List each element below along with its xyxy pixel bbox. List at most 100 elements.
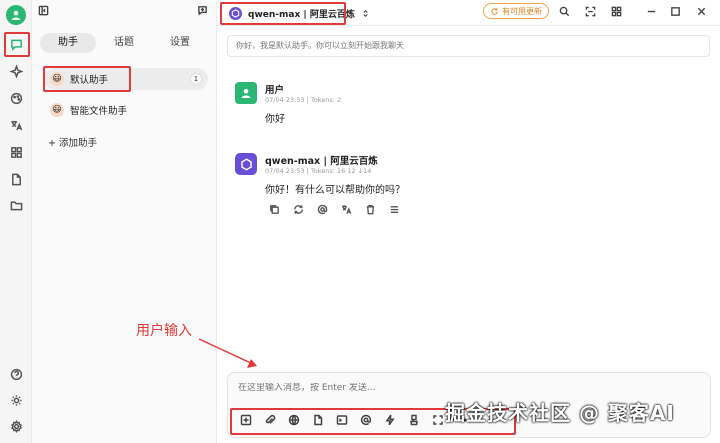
new-chat-icon <box>240 414 252 426</box>
expand-icon <box>585 6 595 16</box>
new-topic-button[interactable] <box>195 3 209 17</box>
user-avatar <box>235 82 257 104</box>
maximize-window-button[interactable] <box>668 4 682 18</box>
close-window-button[interactable] <box>694 4 708 18</box>
tab-assistants[interactable]: 助手 <box>40 33 96 53</box>
sidebar-tabs: 助手 话题 设置 <box>40 33 208 53</box>
grid-icon <box>10 146 22 158</box>
update-available-button[interactable]: 有可用更新 <box>483 3 549 19</box>
settings-button[interactable] <box>7 417 25 435</box>
assistant-name: 默认助手 <box>70 75 109 86</box>
copy-icon <box>270 204 279 214</box>
paint-nav-button[interactable] <box>7 89 25 107</box>
sparkle-icon <box>9 64 23 78</box>
gear-icon <box>10 419 22 433</box>
at-sign-icon <box>360 414 372 426</box>
assistant-emoji: 😃 <box>50 103 64 117</box>
lightning-icon <box>385 414 395 426</box>
assistant-emoji: 😃 <box>50 72 64 86</box>
quick-phrase-tool[interactable] <box>378 411 402 429</box>
terminal-icon <box>336 415 348 425</box>
model-selector[interactable]: qwen-max | 阿里云百炼 <box>223 3 376 23</box>
model-name: qwen-max | 阿里云百炼 <box>248 9 355 20</box>
refresh-icon <box>294 204 303 214</box>
brush-icon <box>410 414 418 426</box>
refresh-icon <box>491 7 498 15</box>
document-icon <box>11 173 21 185</box>
agents-nav-button[interactable] <box>7 62 25 80</box>
maximize-icon <box>670 6 680 16</box>
regenerate-button[interactable] <box>293 202 317 216</box>
tab-topics[interactable]: 话题 <box>96 33 152 53</box>
annotation-arrow-icon <box>198 338 257 368</box>
search-button[interactable] <box>557 4 571 18</box>
message-assistant: qwen-max | 阿里云百炼 07/04 23:53 | Tokens: 1… <box>235 153 705 223</box>
annotation-label: 用户输入 <box>136 323 192 339</box>
translate-nav-button[interactable] <box>7 116 25 134</box>
knowledge-base-tool[interactable] <box>306 411 330 429</box>
user-avatar[interactable] <box>6 5 26 25</box>
message-meta: 07/04 23:53 | Tokens: 16 12 ↓14 <box>265 167 372 175</box>
mention-button[interactable] <box>317 202 341 216</box>
help-circle-icon <box>10 368 22 380</box>
translate-icon <box>341 204 352 214</box>
assistant-panel: 助手 话题 设置 😃 默认助手 1 😃 智能文件助手 + 添加助手 <box>32 0 217 443</box>
assistant-item-default[interactable]: 😃 默认助手 1 <box>44 68 208 90</box>
apps-nav-button[interactable] <box>7 143 25 161</box>
assistant-item-file[interactable]: 😃 智能文件助手 <box>44 99 208 121</box>
files-nav-button[interactable] <box>7 170 25 188</box>
web-search-tool[interactable] <box>282 411 306 429</box>
layout-button[interactable] <box>583 4 597 18</box>
user-icon <box>241 88 251 98</box>
close-icon <box>697 7 705 15</box>
new-chat-icon <box>197 5 207 16</box>
theme-toggle-button[interactable] <box>7 391 25 409</box>
minimize-icon <box>647 10 655 12</box>
message-user: 用户 07/04 23:53 | Tokens: 2 你好 <box>235 82 705 132</box>
copy-button[interactable] <box>269 202 293 216</box>
folder-icon <box>10 201 22 210</box>
collapse-sidebar-button[interactable] <box>36 3 50 17</box>
icon-rail <box>0 0 32 443</box>
message-actions <box>269 202 413 216</box>
message-input[interactable] <box>238 383 678 393</box>
globe-icon <box>288 414 300 426</box>
chevron-updown-icon <box>363 9 368 17</box>
tab-settings[interactable]: 设置 <box>152 33 208 53</box>
translate-icon <box>10 120 22 130</box>
assistant-name: 智能文件助手 <box>70 106 128 117</box>
mention-model-tool[interactable] <box>354 411 378 429</box>
user-icon <box>11 10 21 20</box>
qwen-avatar <box>235 153 257 175</box>
message-author: 用户 <box>265 85 285 96</box>
chat-nav-button[interactable] <box>7 35 25 53</box>
sun-icon <box>10 394 22 406</box>
folder-nav-button[interactable] <box>7 196 25 214</box>
menu-icon <box>390 205 399 213</box>
search-icon <box>559 6 569 16</box>
clear-tool[interactable] <box>402 411 426 429</box>
paperclip-icon <box>265 414 276 424</box>
qwen-logo-icon <box>229 6 242 20</box>
help-button[interactable] <box>7 365 25 383</box>
new-topic-tool[interactable] <box>234 411 258 429</box>
minimize-window-button[interactable] <box>644 4 658 18</box>
sidebar-collapse-icon <box>38 5 48 15</box>
attach-tool[interactable] <box>258 411 282 429</box>
expand-icon <box>433 415 443 425</box>
mcp-tool[interactable] <box>330 411 354 429</box>
watermark: 掘金技术社区 @ 聚客AI <box>445 401 675 425</box>
chat-main: qwen-max | 阿里云百炼 有可用更新 你好，我是默认助手。你可以立刻开始… <box>136 0 720 443</box>
message-author: qwen-max | 阿里云百炼 <box>265 156 378 167</box>
update-label: 有可用更新 <box>502 6 542 16</box>
add-assistant-button[interactable]: + 添加助手 <box>48 135 97 149</box>
chat-bubble-icon <box>10 39 22 51</box>
grid-icon <box>611 6 621 16</box>
translate-button[interactable] <box>341 202 365 216</box>
assistant-prompt-bar[interactable]: 你好，我是默认助手。你可以立刻开始跟我聊天 <box>227 35 710 57</box>
more-button[interactable] <box>389 202 413 216</box>
minimap-button[interactable] <box>609 4 623 18</box>
topic-count-badge: 1 <box>190 73 202 85</box>
delete-button[interactable] <box>365 202 389 216</box>
trash-icon <box>366 204 375 214</box>
